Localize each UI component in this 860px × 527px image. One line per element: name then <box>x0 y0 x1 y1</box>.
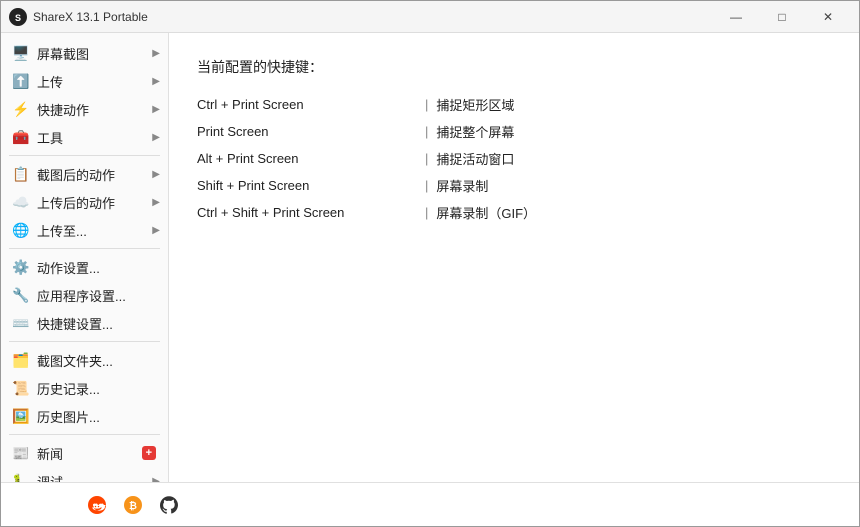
screenshot-label: 屏幕截图 <box>37 44 148 63</box>
shortcut-key-2: Alt + Print Screen <box>197 151 417 166</box>
news-label: 新闻 <box>37 444 142 463</box>
destinations-icon: 🌐 <box>11 220 31 240</box>
github-social-button[interactable] <box>155 491 183 519</box>
sidebar-item-debug[interactable]: 🐛 调试 ▶ <box>1 467 168 482</box>
sidebar-item-imagehistory[interactable]: 🖼️ 历史图片... <box>1 402 168 430</box>
hotkeysettings-label: 快捷键设置... <box>37 314 160 333</box>
aftercapture-icon: 📋 <box>11 164 31 184</box>
shortcut-key-1: Print Screen <box>197 124 417 139</box>
reddit-social-button[interactable] <box>83 491 111 519</box>
close-button[interactable]: ✕ <box>805 1 851 33</box>
appsettings-icon: 🔧 <box>11 285 31 305</box>
debug-icon: 🐛 <box>11 471 31 482</box>
discord-social-button[interactable] <box>47 491 75 519</box>
title-bar: S ShareX 13.1 Portable — □ ✕ <box>1 1 859 33</box>
quickactions-label: 快捷动作 <box>37 100 148 119</box>
afterupload-icon: ☁️ <box>11 192 31 212</box>
content-area: 🖥️屏幕截图▶⬆️上传▶⚡快捷动作▶🧰工具▶📋截图后的动作▶☁️上传后的动作▶🌐… <box>1 33 859 482</box>
screenshotfolder-icon: 🗂️ <box>11 350 31 370</box>
shortcut-sep-1: | <box>425 124 428 139</box>
sidebar-item-screenshot[interactable]: 🖥️ 屏幕截图 ▶ <box>1 39 168 67</box>
actionsettings-icon: ⚙️ <box>11 257 31 277</box>
shortcut-row-0: Ctrl + Print Screen | 捕捉矩形区域 <box>197 95 831 114</box>
shortcut-desc-0: 捕捉矩形区域 <box>436 95 514 114</box>
shortcut-key-0: Ctrl + Print Screen <box>197 97 417 112</box>
sidebar-item-hotkeysettings[interactable]: ⌨️ 快捷键设置... <box>1 309 168 337</box>
actionsettings-label: 动作设置... <box>37 258 160 277</box>
quickactions-arrow-icon: ▶ <box>152 104 160 115</box>
shortcut-key-3: Shift + Print Screen <box>197 178 417 193</box>
upload-label: 上传 <box>37 72 148 91</box>
sidebar-item-history[interactable]: 📜 历史记录... <box>1 374 168 402</box>
shortcuts-list: Ctrl + Print Screen | 捕捉矩形区域 Print Screen | 捕… <box>197 95 831 222</box>
aftercapture-arrow-icon: ▶ <box>152 169 160 180</box>
twitter-social-button[interactable] <box>11 491 39 519</box>
shortcut-sep-2: | <box>425 151 428 166</box>
tools-arrow-icon: ▶ <box>152 132 160 143</box>
sidebar-item-destinations[interactable]: 🌐 上传至... ▶ <box>1 216 168 244</box>
shortcut-desc-3: 屏幕录制 <box>436 176 488 195</box>
svg-text:S: S <box>15 13 21 23</box>
shortcut-sep-3: | <box>425 178 428 193</box>
screenshot-icon: 🖥️ <box>11 43 31 63</box>
menu-divider <box>9 434 160 435</box>
upload-icon: ⬆️ <box>11 71 31 91</box>
app-window: S ShareX 13.1 Portable — □ ✕ 🖥️ 屏幕截图 ▶ ⬆️ 上传… <box>0 0 860 527</box>
svg-text:₿: ₿ <box>129 500 137 511</box>
shortcut-row-3: Shift + Print Screen | 屏幕录制 <box>197 176 831 195</box>
shortcut-desc-4: 屏幕录制（GIF） <box>436 203 536 222</box>
quickactions-icon: ⚡ <box>11 99 31 119</box>
screenshotfolder-label: 截图文件夹... <box>37 351 160 370</box>
sidebar-item-quickactions[interactable]: ⚡ 快捷动作 ▶ <box>1 95 168 123</box>
tools-label: 工具 <box>37 128 148 147</box>
debug-label: 调试 <box>37 472 148 483</box>
shortcut-sep-4: | <box>425 205 428 220</box>
screenshot-arrow-icon: ▶ <box>152 48 160 59</box>
maximize-button[interactable]: □ <box>759 1 805 33</box>
main-panel: 当前配置的快捷键： Ctrl + Print Screen | 捕捉矩形区域 Prin… <box>169 33 859 482</box>
hotkeysettings-icon: ⌨️ <box>11 313 31 333</box>
shortcut-desc-2: 捕捉活动窗口 <box>436 149 514 168</box>
tools-icon: 🧰 <box>11 127 31 147</box>
sidebar: 🖥️屏幕截图▶⬆️上传▶⚡快捷动作▶🧰工具▶📋截图后的动作▶☁️上传后的动作▶🌐… <box>1 33 169 482</box>
sidebar-item-actionsettings[interactable]: ⚙️ 动作设置... <box>1 253 168 281</box>
sidebar-item-aftercapture[interactable]: 📋 截图后的动作 ▶ <box>1 160 168 188</box>
bitcoin-social-button[interactable]: ₿ <box>119 491 147 519</box>
shortcut-row-4: Ctrl + Shift + Print Screen | 屏幕录制（GIF） <box>197 203 831 222</box>
news-icon: 📰 <box>11 443 31 463</box>
imagehistory-icon: 🖼️ <box>11 406 31 426</box>
window-controls: — □ ✕ <box>713 1 851 33</box>
afterupload-arrow-icon: ▶ <box>152 197 160 208</box>
social-bar: ₿ <box>1 482 859 526</box>
news-badge: + <box>142 446 156 460</box>
debug-arrow-icon: ▶ <box>152 476 160 483</box>
aftercapture-label: 截图后的动作 <box>37 165 148 184</box>
appsettings-label: 应用程序设置... <box>37 286 160 305</box>
destinations-label: 上传至... <box>37 221 148 240</box>
shortcut-sep-0: | <box>425 97 428 112</box>
shortcuts-title: 当前配置的快捷键： <box>197 57 831 77</box>
menu-divider <box>9 341 160 342</box>
sidebar-item-tools[interactable]: 🧰 工具 ▶ <box>1 123 168 151</box>
minimize-button[interactable]: — <box>713 1 759 33</box>
app-icon: S <box>9 8 27 26</box>
sidebar-item-news[interactable]: 📰 新闻+ <box>1 439 168 467</box>
history-label: 历史记录... <box>37 379 160 398</box>
destinations-arrow-icon: ▶ <box>152 225 160 236</box>
menu-divider <box>9 155 160 156</box>
sidebar-item-upload[interactable]: ⬆️ 上传 ▶ <box>1 67 168 95</box>
shortcut-desc-1: 捕捉整个屏幕 <box>436 122 514 141</box>
sidebar-item-appsettings[interactable]: 🔧 应用程序设置... <box>1 281 168 309</box>
window-title: ShareX 13.1 Portable <box>33 10 713 24</box>
imagehistory-label: 历史图片... <box>37 407 160 426</box>
sidebar-item-screenshotfolder[interactable]: 🗂️ 截图文件夹... <box>1 346 168 374</box>
history-icon: 📜 <box>11 378 31 398</box>
afterupload-label: 上传后的动作 <box>37 193 148 212</box>
shortcut-key-4: Ctrl + Shift + Print Screen <box>197 205 417 220</box>
shortcut-row-2: Alt + Print Screen | 捕捉活动窗口 <box>197 149 831 168</box>
upload-arrow-icon: ▶ <box>152 76 160 87</box>
sidebar-item-afterupload[interactable]: ☁️ 上传后的动作 ▶ <box>1 188 168 216</box>
shortcut-row-1: Print Screen | 捕捉整个屏幕 <box>197 122 831 141</box>
menu-divider <box>9 248 160 249</box>
